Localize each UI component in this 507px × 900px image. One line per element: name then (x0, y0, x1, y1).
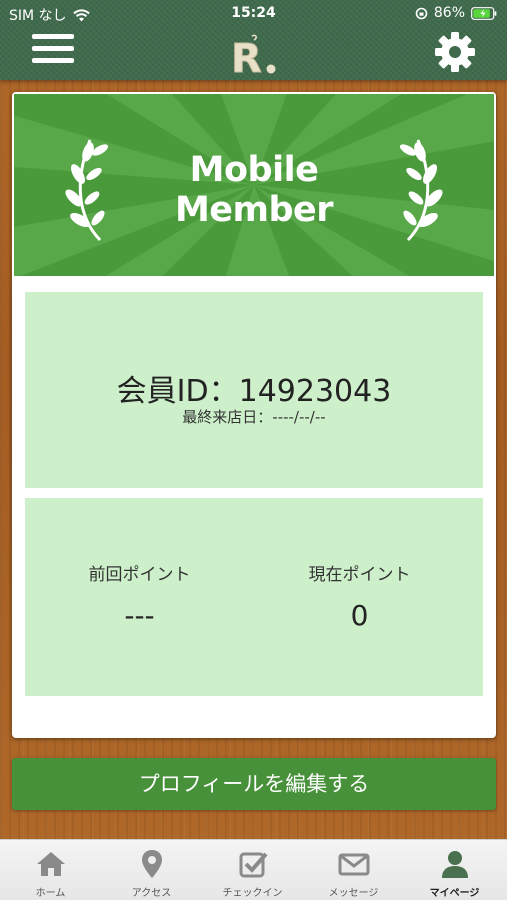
tab-checkin[interactable]: チェックイン (202, 840, 303, 900)
status-right: 86% (415, 5, 497, 21)
tab-home[interactable]: ホーム (0, 840, 101, 900)
menu-button[interactable] (32, 34, 74, 70)
tab-home-label: ホーム (35, 888, 66, 899)
current-points-label: 現在ポイント (308, 565, 411, 585)
battery-icon (471, 6, 497, 20)
status-bar: SIM なし 15:24 86% (0, 0, 507, 28)
envelope-icon (338, 853, 370, 876)
previous-points-label: 前回ポイント (88, 565, 191, 585)
member-id: 会員ID：14923043 (116, 374, 392, 409)
tab-access-label: アクセス (131, 888, 172, 899)
banner-title-line2: Member (174, 190, 334, 230)
settings-gear-icon[interactable] (434, 31, 476, 73)
tab-mypage-label: マイページ (429, 888, 480, 899)
member-card: Mobile Member 会員ID：14923043 最終来店日：----/-… (12, 92, 496, 738)
tab-mypage[interactable]: マイページ (404, 840, 505, 900)
user-icon (442, 851, 468, 878)
last-visit-date: 最終来店日：----/--/-- (182, 408, 326, 426)
tab-message[interactable]: メッセージ (303, 840, 404, 900)
banner-title: Mobile Member (14, 150, 494, 230)
logo-letter: R (231, 36, 262, 76)
previous-points-value: --- (124, 599, 155, 632)
member-id-panel: 会員ID：14923043 最終来店日：----/--/-- (25, 292, 483, 488)
previous-points: 前回ポイント --- (25, 560, 254, 632)
tab-access[interactable]: アクセス (101, 840, 202, 900)
mobile-member-banner: Mobile Member (14, 94, 494, 276)
home-icon (37, 852, 65, 876)
orientation-lock-icon (415, 7, 428, 19)
map-pin-icon (142, 850, 162, 878)
logo: R (231, 34, 276, 76)
banner-title-line1: Mobile (189, 150, 319, 190)
battery-percent: 86% (433, 5, 465, 21)
tab-checkin-label: チェックイン (222, 888, 283, 899)
menu-icon (32, 34, 74, 39)
points-panel: 前回ポイント --- 現在ポイント 0 (25, 498, 483, 696)
checkin-icon (239, 852, 268, 878)
current-points: 現在ポイント 0 (245, 560, 474, 632)
top-bar: SIM なし 15:24 86% R (0, 0, 507, 80)
edit-profile-button[interactable]: プロフィールを編集する (12, 758, 496, 810)
current-points-value: 0 (350, 599, 369, 632)
tab-bar: ホーム アクセス チェックイン メッセージ マイページ (0, 839, 507, 900)
tab-message-label: メッセージ (328, 888, 379, 899)
